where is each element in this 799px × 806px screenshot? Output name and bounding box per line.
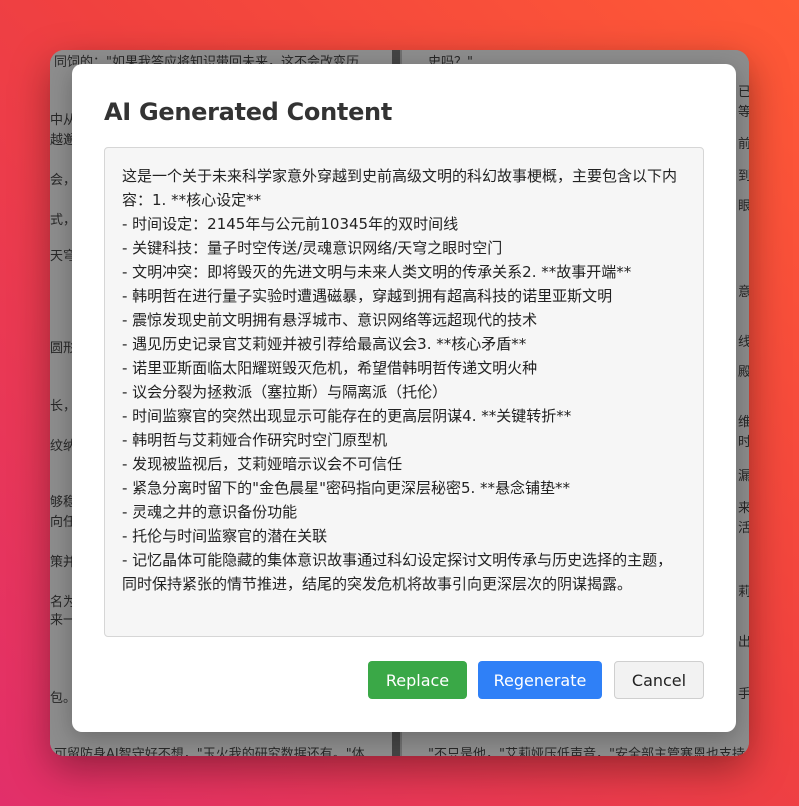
generated-content-text: 这是一个关于未来科学家意外穿越到史前高级文明的科幻故事梗概，主要包含以下内容：1… [122, 167, 678, 593]
ai-content-dialog: AI Generated Content 这是一个关于未来科学家意外穿越到史前高… [72, 64, 736, 732]
dialog-title: AI Generated Content [104, 98, 393, 126]
replace-button[interactable]: Replace [368, 661, 467, 699]
cancel-button[interactable]: Cancel [614, 661, 704, 699]
generated-content-box[interactable]: 这是一个关于未来科学家意外穿越到史前高级文明的科幻故事梗概，主要包含以下内容：1… [104, 147, 704, 637]
regenerate-button[interactable]: Regenerate [478, 661, 602, 699]
